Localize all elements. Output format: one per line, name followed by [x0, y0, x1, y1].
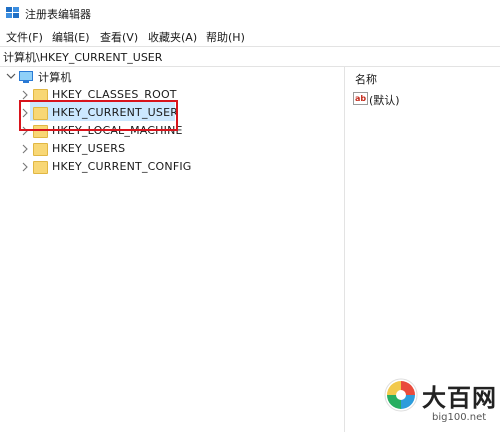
chevron-right-icon[interactable]: [20, 143, 30, 155]
tree-item-hkey-current-config[interactable]: HKEY_CURRENT_CONFIG: [0, 158, 200, 176]
watermark-url: big100.net: [432, 412, 487, 423]
tree-item-label: HKEY_USERS: [52, 142, 126, 155]
chevron-right-icon[interactable]: [20, 161, 30, 173]
address-bar[interactable]: 计算机\HKEY_CURRENT_USER: [0, 46, 500, 67]
registry-editor-icon: [6, 7, 19, 18]
tree-pane: 计算机 HKEY_CLASSES_ROOT HKEY_CURRENT_USER …: [0, 66, 344, 432]
folder-icon: [33, 143, 48, 156]
brand-logo-icon: [384, 378, 418, 412]
tree-root-computer[interactable]: 计算机: [0, 66, 200, 84]
tree-item-hkey-users[interactable]: HKEY_USERS: [0, 140, 200, 158]
window-title: 注册表编辑器: [25, 8, 91, 21]
tree-item-label: HKEY_CURRENT_CONFIG: [52, 160, 192, 173]
computer-stand: [23, 81, 29, 83]
watermark-brand: 大百网: [422, 383, 497, 412]
menu-bar: 文件(F) 编辑(E) 查看(V) 收藏夹(A) 帮助(H): [0, 26, 500, 46]
menu-edit[interactable]: 编辑(E): [52, 29, 90, 45]
menu-view[interactable]: 查看(V): [100, 29, 138, 45]
address-path[interactable]: 计算机\HKEY_CURRENT_USER: [3, 49, 162, 65]
watermark: 大百网 big100.net: [384, 378, 500, 432]
computer-icon: [19, 71, 33, 81]
folder-icon: [33, 161, 48, 174]
string-value-icon: ab: [353, 92, 368, 105]
menu-help[interactable]: 帮助(H): [206, 29, 245, 45]
column-header-name[interactable]: 名称: [355, 71, 377, 87]
value-name: (默认): [369, 94, 400, 107]
title-bar: 注册表编辑器: [0, 0, 500, 26]
menu-favorites[interactable]: 收藏夹(A): [148, 29, 197, 45]
chevron-down-icon[interactable]: [6, 70, 16, 82]
menu-file[interactable]: 文件(F): [6, 29, 43, 45]
tree-root-label: 计算机: [38, 71, 72, 84]
annotation-highlight-box: [19, 100, 178, 131]
